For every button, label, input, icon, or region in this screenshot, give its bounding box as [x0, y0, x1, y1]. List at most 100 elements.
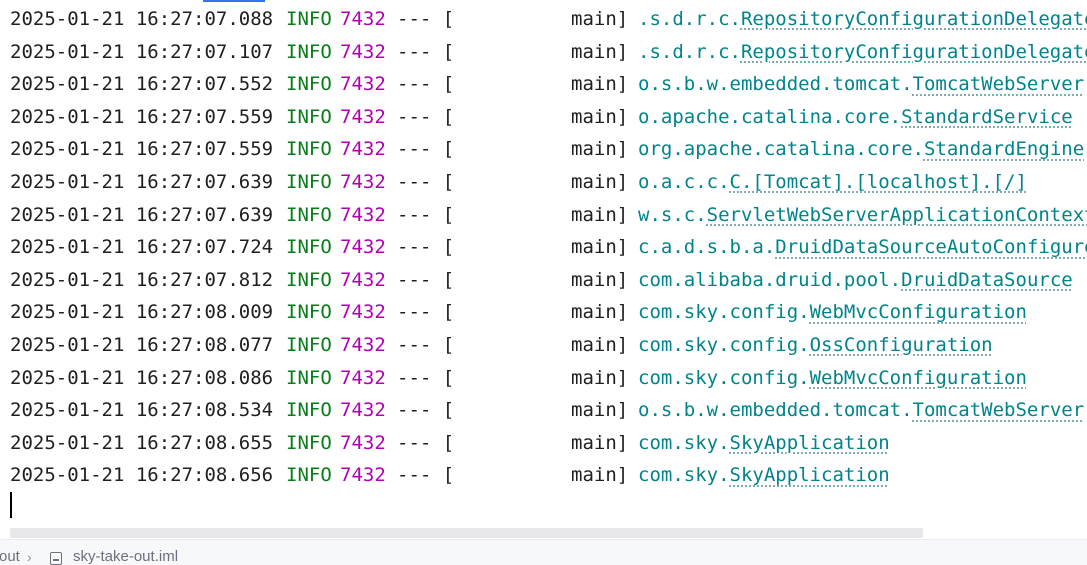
log-thread: main]: [571, 236, 629, 259]
log-level: INFO: [286, 138, 332, 161]
logger-class-link[interactable]: DruidDataSourceAutoConfigure: [775, 236, 1087, 258]
logger-class-link[interactable]: OssConfiguration: [810, 334, 993, 356]
logger-class-link[interactable]: C: [730, 171, 741, 193]
logger-class-link[interactable]: SkyApplication: [730, 432, 890, 454]
log-thread: main]: [571, 73, 629, 96]
log-logger: o.s.b.w.embedded.tomcat.TomcatWebServer: [638, 68, 1084, 100]
log-thread: main]: [571, 8, 629, 30]
log-pid: 7432: [340, 431, 386, 454]
logger-package: com.sky.config.: [638, 301, 810, 324]
logger-class-link[interactable]: SkyApplication: [730, 464, 890, 486]
log-separator: --- [: [397, 268, 455, 291]
log-timestamp: 2025-01-21 16:27:08.655: [10, 431, 274, 454]
log-level: INFO: [286, 431, 332, 454]
logger-class-link[interactable]: StandardService: [901, 106, 1073, 128]
log-separator: --- [: [397, 171, 455, 193]
log-logger: com.sky.config.OssConfiguration: [638, 329, 993, 361]
logger-package: w.s.c.: [638, 203, 707, 226]
log-thread: main]: [571, 203, 629, 226]
logger-class-link[interactable]: TomcatWebServer: [913, 399, 1085, 421]
log-logger: com.alibaba.druid.pool.DruidDataSource: [638, 264, 1073, 296]
logger-suffix: .[Tomcat].[localhost].[/]: [740, 171, 1027, 193]
log-level: INFO: [286, 171, 332, 193]
breadcrumb-parent[interactable]: out: [0, 540, 20, 565]
log-level: INFO: [286, 366, 332, 389]
log-thread: main]: [571, 366, 629, 389]
log-logger: .s.d.r.c.RepositoryConfigurationDelegate: [638, 3, 1087, 35]
log-thread: main]: [571, 301, 629, 324]
log-logger: w.s.c.ServletWebServerApplicationContext: [638, 199, 1087, 231]
log-level: INFO: [286, 105, 332, 128]
log-thread: main]: [571, 105, 629, 128]
log-separator: --- [: [397, 203, 455, 226]
logger-class-link[interactable]: ServletWebServerApplicationContext: [707, 204, 1087, 226]
logger-package: o.apache.catalina.core.: [638, 105, 902, 128]
log-separator: --- [: [397, 8, 455, 30]
log-pid: 7432: [340, 236, 386, 259]
logger-class-link[interactable]: DruidDataSource: [901, 269, 1073, 291]
log-timestamp: 2025-01-21 16:27:07.552: [10, 73, 274, 96]
log-pid: 7432: [340, 399, 386, 422]
log-logger: com.sky.config.WebMvcConfiguration: [638, 362, 1027, 394]
log-logger: com.sky.SkyApplication: [638, 459, 890, 491]
log-pid: 7432: [340, 8, 386, 30]
log-pid: 7432: [340, 171, 386, 193]
log-timestamp: 2025-01-21 16:27:07.559: [10, 105, 274, 128]
log-pid: 7432: [340, 464, 386, 487]
breadcrumb-file[interactable]: sky-take-out.iml: [73, 540, 178, 565]
log-pid: 7432: [340, 40, 386, 63]
log-logger: com.sky.config.WebMvcConfiguration: [638, 296, 1027, 328]
log-level: INFO: [286, 334, 332, 356]
horizontal-scrollbar-thumb[interactable]: [10, 528, 923, 538]
logger-class-link[interactable]: StandardEngine: [924, 138, 1084, 160]
log-thread: main]: [571, 40, 629, 63]
text-caret: [10, 492, 12, 518]
log-separator: --- [: [397, 105, 455, 128]
log-logger: .s.d.r.c.RepositoryConfigurationDelegate: [638, 36, 1087, 68]
log-separator: --- [: [397, 399, 455, 422]
log-thread: main]: [571, 464, 629, 487]
log-level: INFO: [286, 8, 332, 30]
logger-class-link[interactable]: RepositoryConfigurationDelegate: [741, 8, 1087, 30]
log-separator: --- [: [397, 138, 455, 161]
chevron-right-icon: ›: [27, 549, 32, 565]
log-separator: --- [: [397, 366, 455, 389]
log-timestamp: 2025-01-21 16:27:07.724: [10, 236, 274, 259]
logger-class-link[interactable]: WebMvcConfiguration: [810, 301, 1027, 323]
logger-package: c.a.d.s.b.a.: [638, 236, 776, 259]
log-level: INFO: [286, 236, 332, 259]
log-thread: main]: [571, 431, 629, 454]
log-timestamp: 2025-01-21 16:27:07.559: [10, 138, 274, 161]
logger-package: .s.d.r.c.: [638, 8, 741, 30]
logger-package: o.s.b.w.embedded.tomcat.: [638, 399, 913, 422]
log-pid: 7432: [340, 301, 386, 324]
log-pid: 7432: [340, 203, 386, 226]
logger-class-link[interactable]: RepositoryConfigurationDelegate: [741, 41, 1087, 63]
console-output[interactable]: 2025-01-21 16:27:07.088 INFO 7432 --- [ main…: [0, 0, 1087, 527]
logger-package: .s.d.r.c.: [638, 40, 741, 63]
log-logger: com.sky.SkyApplication: [638, 427, 890, 459]
logger-package: o.a.c.c.: [638, 171, 730, 193]
log-logger: o.s.b.w.embedded.tomcat.TomcatWebServer: [638, 394, 1084, 426]
log-separator: --- [: [397, 301, 455, 324]
log-level: INFO: [286, 464, 332, 487]
logger-class-link[interactable]: WebMvcConfiguration: [810, 367, 1027, 389]
log-timestamp: 2025-01-21 16:27:07.088: [10, 8, 274, 30]
log-level: INFO: [286, 268, 332, 291]
log-timestamp: 2025-01-21 16:27:08.534: [10, 399, 274, 422]
logger-class-link[interactable]: TomcatWebServer: [913, 73, 1085, 95]
log-thread: main]: [571, 399, 629, 422]
log-level: INFO: [286, 73, 332, 96]
log-level: INFO: [286, 399, 332, 422]
log-separator: --- [: [397, 236, 455, 259]
logger-package: org.apache.catalina.core.: [638, 138, 924, 161]
logger-package: com.sky.: [638, 431, 730, 454]
log-thread: main]: [571, 138, 629, 161]
log-pid: 7432: [340, 268, 386, 291]
active-tab-indicator: [203, 0, 265, 2]
logger-package: com.sky.config.: [638, 366, 810, 389]
log-timestamp: 2025-01-21 16:27:07.639: [10, 171, 274, 193]
log-timestamp: 2025-01-21 16:27:07.107: [10, 40, 274, 63]
logger-package: com.sky.config.: [638, 334, 810, 356]
log-pid: 7432: [340, 73, 386, 96]
